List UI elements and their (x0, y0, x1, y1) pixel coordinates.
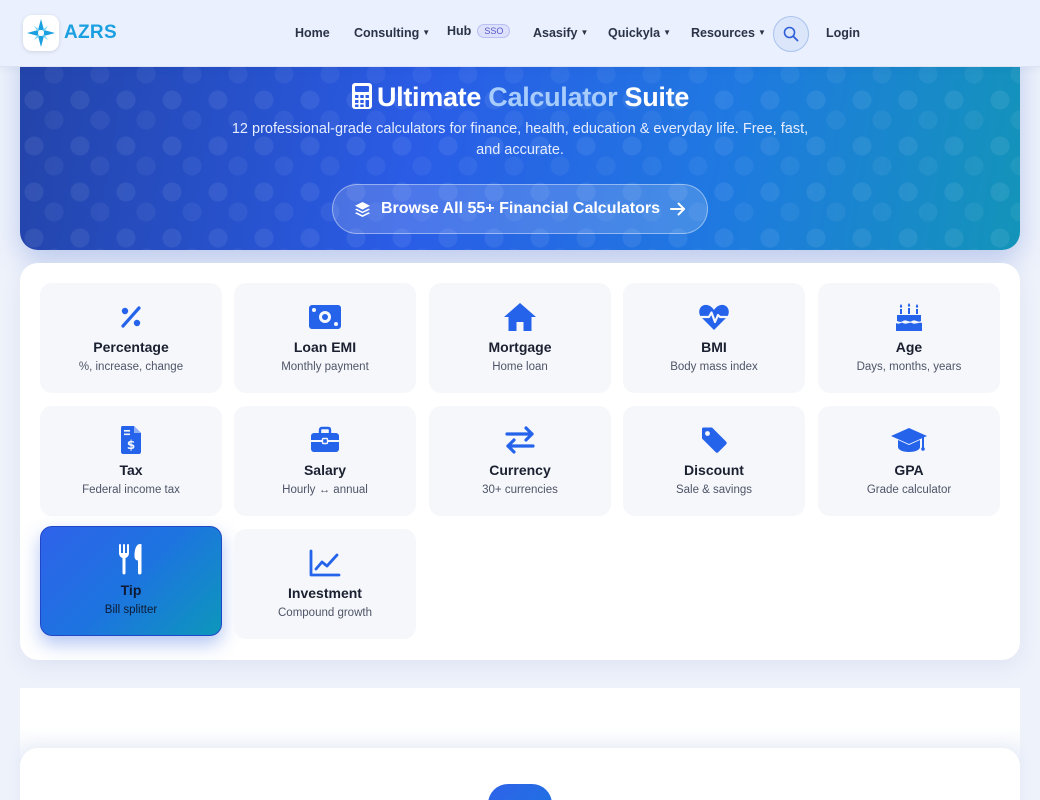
main-menu: Home Consulting ▼ Hub SSO Asasify ▼ Quickyl… (0, 0, 1040, 67)
calculator-panel: Percentage %, increase, change Loan EMI … (20, 263, 1020, 660)
hero-title-accent: Calculator (488, 82, 618, 112)
calc-card-discount[interactable]: Discount Sale & savings (623, 406, 805, 516)
calc-card-subtitle: Compound growth (278, 607, 372, 619)
calc-card-title: GPA (894, 462, 924, 478)
browse-calculators-button[interactable]: Browse All 55+ Financial Calculators (332, 184, 708, 234)
nav-item-label: Consulting (354, 26, 420, 40)
hero-title: Ultimate Calculator Suite (20, 82, 1020, 113)
caret-down-icon: ▼ (757, 28, 766, 37)
browse-button-label: Browse All 55+ Financial Calculators (380, 200, 661, 217)
caret-down-icon: ▼ (663, 28, 672, 37)
calc-card-title: Currency (489, 462, 551, 478)
calc-card-title: Tax (119, 462, 143, 478)
calc-card-age[interactable]: Age Days, months, years (818, 283, 1000, 393)
invoice-dollar-icon: $ (40, 425, 222, 455)
calc-card-subtitle: Monthly payment (281, 361, 369, 373)
briefcase-icon (234, 425, 416, 455)
utensils-icon (41, 544, 221, 575)
hero-title-part1: Ultimate (376, 82, 482, 112)
nav-item-quickyla[interactable]: Quickyla ▼ (608, 26, 671, 40)
search-icon (783, 26, 799, 42)
nav-item-label: Resources (691, 26, 755, 40)
calc-card-title: Investment (288, 585, 362, 601)
section-icon-badge (488, 784, 552, 800)
top-navbar: AZRS Home Consulting ▼ Hub SSO Asasify ▼ Qu… (0, 0, 1040, 67)
calc-card-subtitle: Body mass index (670, 361, 758, 373)
calc-card-subtitle: 30+ currencies (482, 484, 558, 496)
calc-card-title: BMI (701, 339, 727, 355)
calc-card-loan-emi[interactable]: Loan EMI Monthly payment (234, 283, 416, 393)
calc-card-subtitle: Days, months, years (856, 361, 962, 373)
calc-card-currency[interactable]: Currency 30+ currencies (429, 406, 611, 516)
chart-line-icon (234, 548, 416, 578)
calc-card-title: Age (895, 339, 923, 355)
nav-item-label: Home (295, 26, 330, 40)
hero-subtitle: 12 professional-grade calculators for fi… (231, 121, 809, 158)
calc-card-subtitle: Hourly ↔ annual (282, 484, 368, 496)
sso-badge: SSO (477, 24, 511, 38)
calc-card-subtitle: Federal income tax (82, 484, 180, 496)
money-bill-icon (234, 302, 416, 332)
calc-card-gpa[interactable]: GPA Grade calculator (818, 406, 1000, 516)
percent-icon (40, 302, 222, 332)
calc-card-percentage[interactable]: Percentage %, increase, change (40, 283, 222, 393)
calc-card-title: Loan EMI (293, 339, 357, 355)
caret-down-icon: ▼ (580, 28, 589, 37)
tag-icon (623, 425, 805, 455)
caret-down-icon: ▼ (422, 28, 431, 37)
layers-icon (354, 201, 370, 217)
exchange-arrows-icon (429, 425, 611, 455)
nav-item-label: Asasify (533, 26, 578, 40)
calc-card-title: Discount (684, 462, 744, 478)
login-link[interactable]: Login (826, 26, 860, 40)
nav-item-hub[interactable]: Hub SSO (447, 24, 511, 38)
calc-card-subtitle: Sale & savings (675, 484, 753, 496)
calc-card-title: Mortgage (488, 339, 552, 355)
calc-card-mortgage[interactable]: Mortgage Home loan (429, 283, 611, 393)
calc-card-subtitle: %, increase, change (78, 361, 184, 373)
calculator-icon (351, 83, 372, 109)
nav-item-consulting[interactable]: Consulting ▼ (354, 26, 430, 40)
calc-card-subtitle: Home loan (492, 361, 548, 373)
birthday-cake-icon (818, 302, 1000, 332)
hero-banner: Ultimate Calculator Suite 12 professiona… (20, 40, 1020, 250)
calc-card-tax[interactable]: $ Tax Federal income tax (40, 406, 222, 516)
calc-card-subtitle: Grade calculator (866, 484, 952, 496)
calc-card-investment[interactable]: Investment Compound growth (234, 529, 416, 639)
calc-card-subtitle: Bill splitter (104, 604, 158, 616)
nav-item-home[interactable]: Home (295, 26, 330, 40)
calc-card-title: Salary (303, 462, 347, 478)
arrow-right-icon (670, 202, 686, 216)
nav-item-asasify[interactable]: Asasify ▼ (533, 26, 588, 40)
calc-card-title: Percentage (93, 339, 169, 355)
nav-item-label: Hub (447, 24, 472, 38)
nav-item-label: Quickyla (608, 26, 661, 40)
nav-item-resources[interactable]: Resources ▼ (691, 26, 766, 40)
graduation-cap-icon (818, 425, 1000, 455)
svg-text:$: $ (127, 438, 135, 452)
house-icon (429, 302, 611, 332)
hero-title-part2: Suite (624, 82, 690, 112)
calc-card-salary[interactable]: Salary Hourly ↔ annual (234, 406, 416, 516)
calc-card-bmi[interactable]: BMI Body mass index (623, 283, 805, 393)
heart-pulse-icon (623, 302, 805, 332)
calc-card-tip[interactable]: Tip Bill splitter (40, 526, 222, 636)
calc-card-title: Tip (120, 582, 142, 598)
search-button[interactable] (773, 16, 809, 52)
